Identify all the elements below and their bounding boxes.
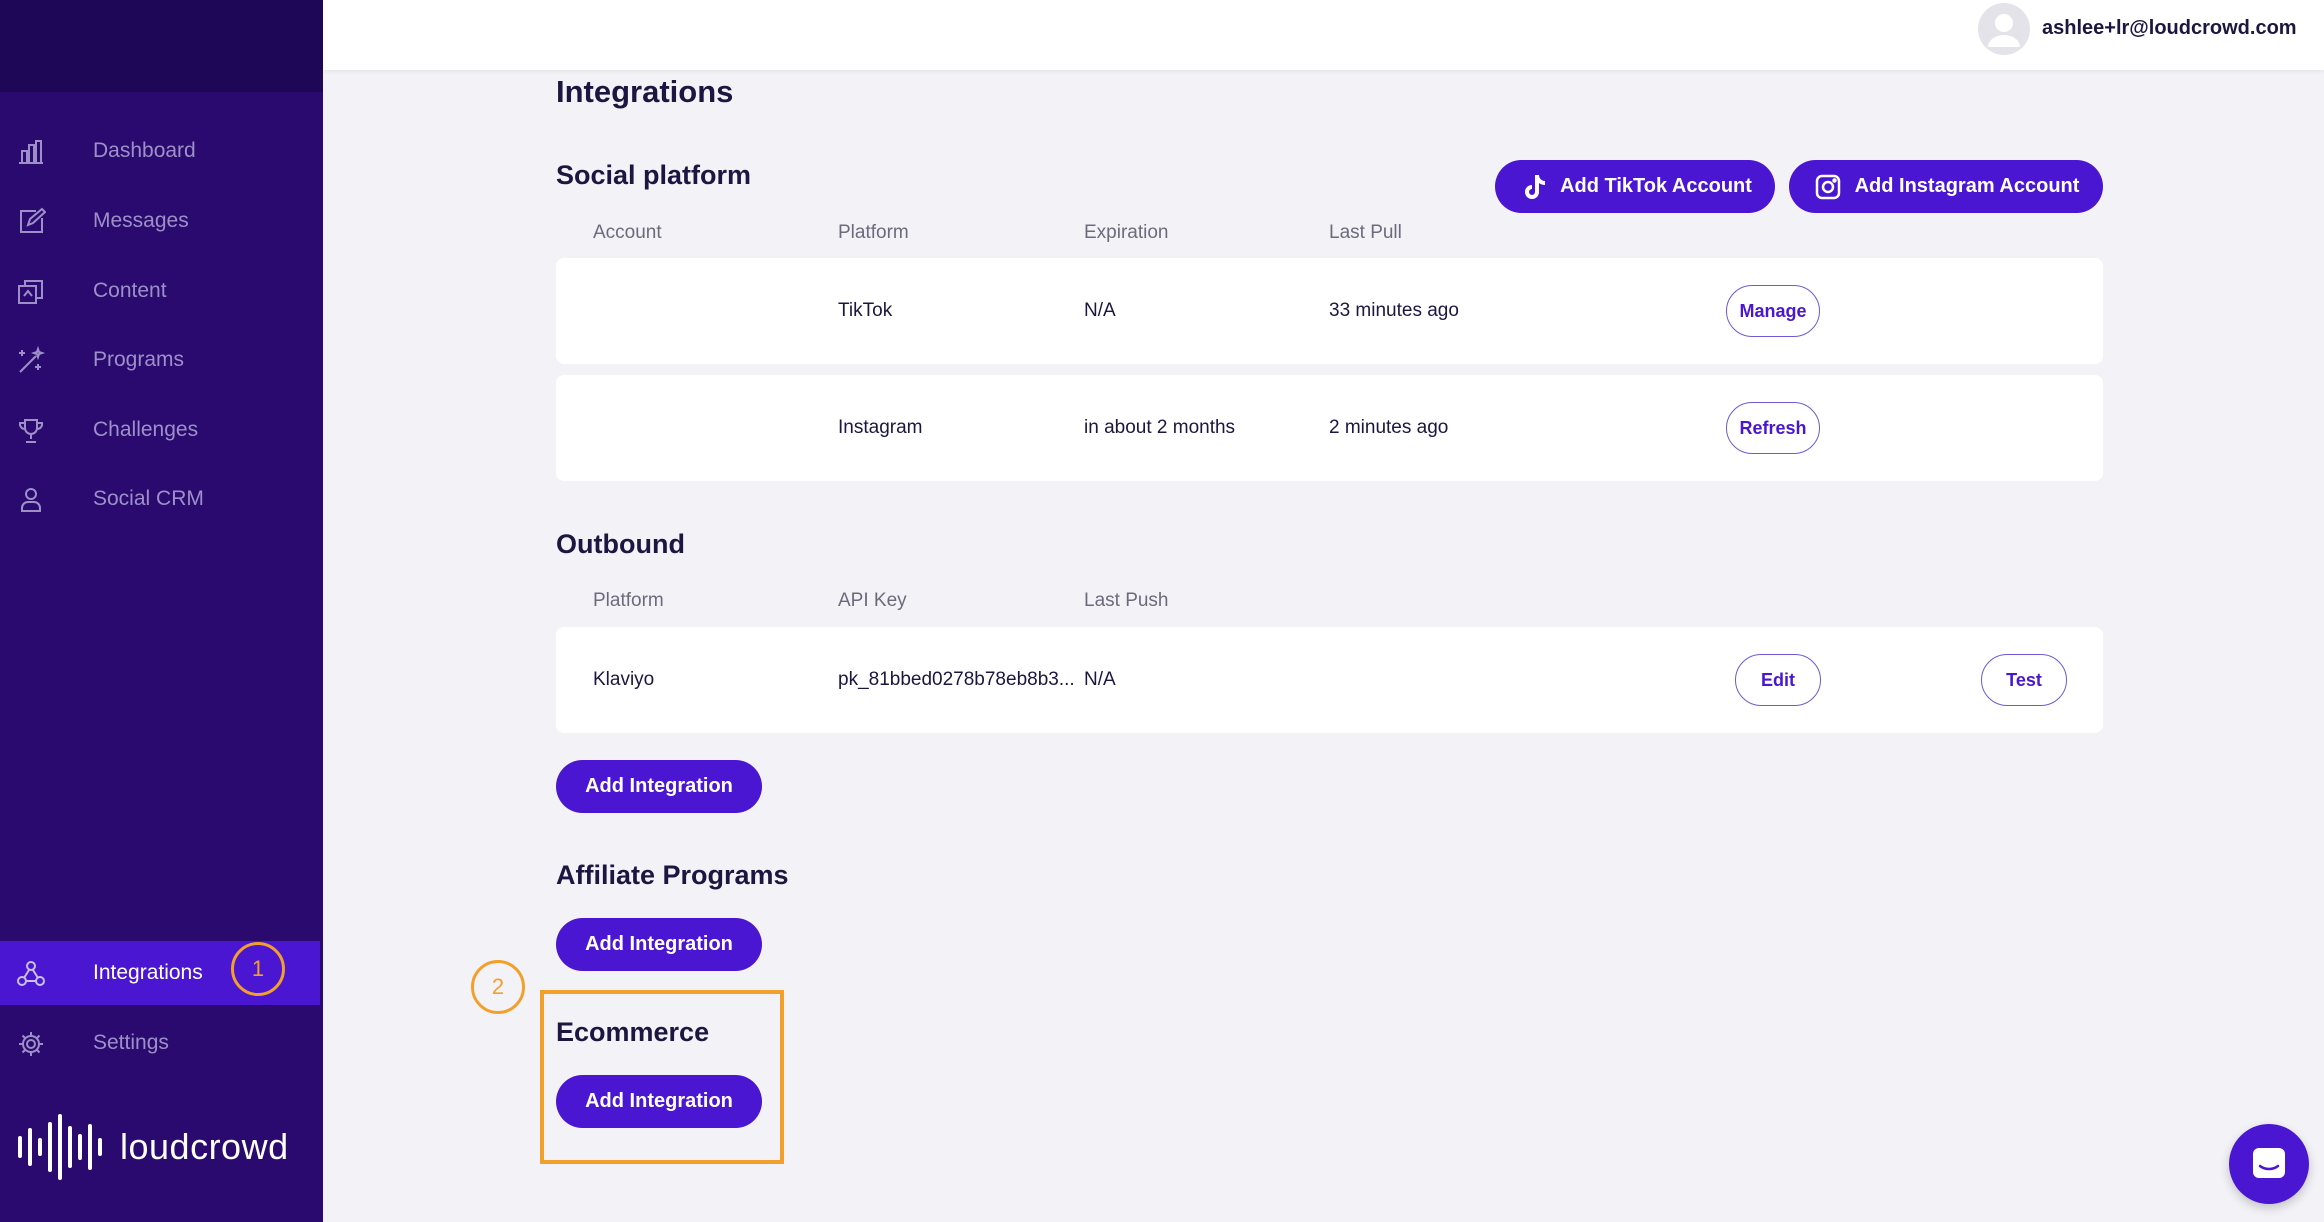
platform-cell: Klaviyo xyxy=(593,669,655,690)
tiktok-icon xyxy=(1518,172,1548,202)
test-button[interactable]: Test xyxy=(1981,654,2067,706)
edit-button[interactable]: Edit xyxy=(1735,654,1821,706)
refresh-button[interactable]: Refresh xyxy=(1726,402,1820,454)
user-email[interactable]: ashlee+lr@loudcrowd.com xyxy=(2042,17,2297,40)
sidebar-item-settings[interactable]: Settings xyxy=(0,1011,323,1075)
add-tiktok-label: Add TikTok Account xyxy=(1560,175,1752,197)
sidebar-item-label: Content xyxy=(93,279,167,302)
affiliate-add-integration-button[interactable]: Add Integration xyxy=(556,918,762,971)
edit-message-icon xyxy=(16,207,47,237)
chat-icon xyxy=(2253,1148,2285,1178)
person-icon xyxy=(16,485,46,515)
step-marker-2: 2 xyxy=(471,960,525,1014)
platform-cell: Instagram xyxy=(838,417,923,438)
expiration-cell: N/A xyxy=(1084,300,1116,321)
page-title: Integrations xyxy=(556,74,734,109)
sidebar-item-label: Challenges xyxy=(93,418,199,441)
sidebar-item-messages[interactable]: Messages xyxy=(0,189,323,253)
soundwave-icon xyxy=(18,1114,102,1180)
column-header-platform: Platform xyxy=(593,590,664,611)
bar-chart-icon xyxy=(16,137,46,167)
sidebar-item-label: Programs xyxy=(93,348,185,371)
table-row: TikTok N/A 33 minutes ago Manage xyxy=(556,258,2103,364)
top-header: ashlee+lr@loudcrowd.com xyxy=(323,0,2324,70)
chat-launcher-button[interactable] xyxy=(2229,1124,2309,1204)
sparkle-icon xyxy=(16,345,46,376)
avatar-icon xyxy=(1988,14,2020,47)
outbound-add-integration-button[interactable]: Add Integration xyxy=(556,760,762,813)
sidebar-item-content[interactable]: Content xyxy=(0,259,323,323)
table-row: Klaviyo pk_81bbed0278b78eb8b3... N/A Edi… xyxy=(556,627,2103,733)
integrations-icon xyxy=(16,959,46,989)
last-pull-cell: 2 minutes ago xyxy=(1329,417,1449,438)
logo-text: loudcrowd xyxy=(120,1126,289,1167)
instagram-icon xyxy=(1813,172,1843,202)
sidebar-item-programs[interactable]: Programs xyxy=(0,328,323,392)
expiration-cell: in about 2 months xyxy=(1084,417,1236,438)
sidebar-item-label: Dashboard xyxy=(93,139,196,162)
add-instagram-label: Add Instagram Account xyxy=(1854,175,2080,197)
column-header-api-key: API Key xyxy=(838,590,907,611)
sidebar-item-dashboard[interactable]: Dashboard xyxy=(0,119,323,183)
affiliate-programs-title: Affiliate Programs xyxy=(556,860,789,890)
sidebar-header xyxy=(0,0,323,92)
last-push-cell: N/A xyxy=(1084,669,1116,690)
sidebar-item-challenges[interactable]: Challenges xyxy=(0,398,323,462)
last-pull-cell: 33 minutes ago xyxy=(1329,300,1459,321)
column-header-last-push: Last Push xyxy=(1084,590,1169,611)
sidebar-item-label: Integrations xyxy=(93,961,203,984)
sidebar-item-label: Messages xyxy=(93,209,189,232)
api-key-cell: pk_81bbed0278b78eb8b3... xyxy=(838,669,1075,690)
ecommerce-title: Ecommerce xyxy=(556,1017,710,1047)
trophy-icon xyxy=(16,416,46,446)
step-marker-1: 1 xyxy=(231,942,285,996)
outbound-title: Outbound xyxy=(556,529,685,559)
manage-button[interactable]: Manage xyxy=(1726,285,1820,337)
social-platform-title: Social platform xyxy=(556,160,752,190)
content-icon xyxy=(16,277,46,307)
loudcrowd-logo: loudcrowd xyxy=(16,1114,289,1180)
avatar[interactable] xyxy=(1978,3,2030,55)
add-tiktok-account-button[interactable]: Add TikTok Account xyxy=(1495,160,1775,213)
ecommerce-add-integration-button[interactable]: Add Integration xyxy=(556,1075,762,1128)
column-header-platform: Platform xyxy=(838,222,909,243)
column-header-expiration: Expiration xyxy=(1084,222,1169,243)
platform-cell: TikTok xyxy=(838,300,893,321)
sidebar-item-label: Settings xyxy=(93,1031,169,1054)
column-header-last-pull: Last Pull xyxy=(1329,222,1402,243)
sidebar-item-social-crm[interactable]: Social CRM xyxy=(0,467,323,531)
gear-icon xyxy=(16,1029,46,1059)
sidebar-item-label: Social CRM xyxy=(93,487,204,510)
sidebar: Dashboard Messages Content Programs Chal… xyxy=(0,0,323,1222)
add-instagram-account-button[interactable]: Add Instagram Account xyxy=(1789,160,2103,213)
column-header-account: Account xyxy=(593,222,662,243)
table-row: Instagram in about 2 months 2 minutes ag… xyxy=(556,375,2103,481)
